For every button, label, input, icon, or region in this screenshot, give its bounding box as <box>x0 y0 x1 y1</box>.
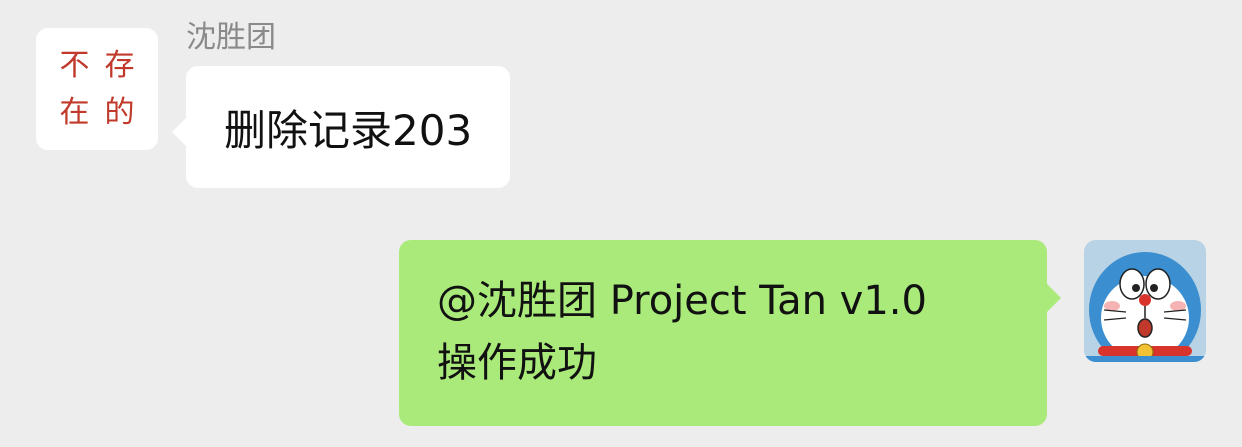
incoming-message-bubble[interactable]: 删除记录203 <box>171 66 511 188</box>
doraemon-icon <box>1084 240 1206 362</box>
avatar-char: 的 <box>104 94 135 130</box>
outgoing-message-line: @沈胜团 Project Tan v1.0 <box>437 278 927 324</box>
sender-name: 沈胜团 <box>186 20 276 55</box>
avatar-char: 在 <box>59 94 90 130</box>
avatar-char: 存 <box>104 47 135 83</box>
self-avatar[interactable] <box>1084 240 1206 362</box>
incoming-message-text: 删除记录203 <box>224 105 473 155</box>
avatar-char: 不 <box>59 47 90 83</box>
sender-avatar[interactable]: 不 存 在 的 <box>36 28 158 150</box>
outgoing-message-bubble[interactable]: @沈胜团 Project Tan v1.0 操作成功 <box>399 240 1061 426</box>
outgoing-message-line: 操作成功 <box>437 340 597 386</box>
